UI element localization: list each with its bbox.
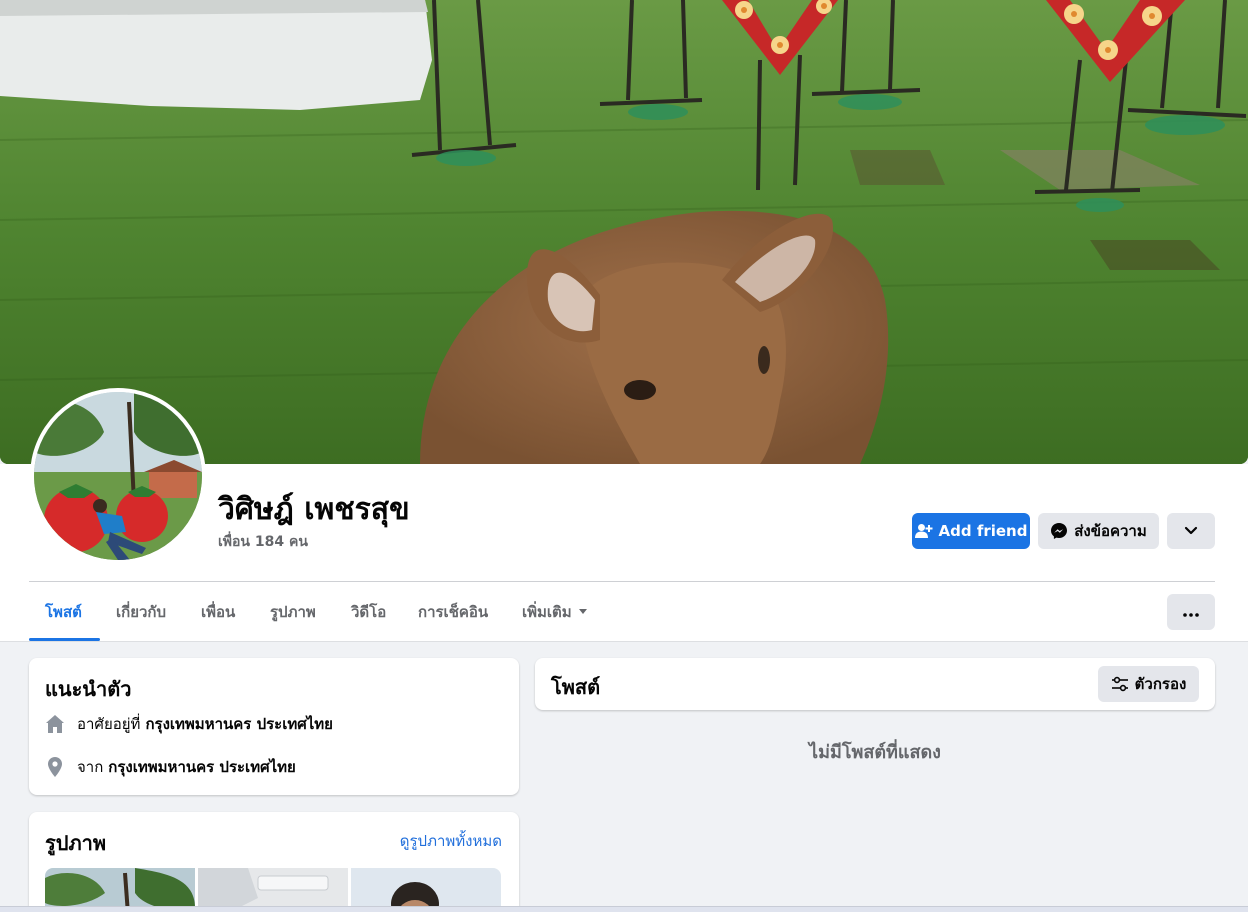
message-button[interactable]: ส่งข้อความ <box>1038 513 1159 549</box>
add-friend-icon <box>914 523 933 539</box>
intro-from-place[interactable]: กรุงเทพมหานคร ประเทศไทย <box>108 755 296 779</box>
tab-videos[interactable]: วิดีโอ <box>351 596 386 628</box>
tab-photos[interactable]: รูปภาพ <box>270 596 316 628</box>
tab-more[interactable]: เพิ่มเติม <box>522 596 588 628</box>
intro-lives-place[interactable]: กรุงเทพมหานคร ประเทศไทย <box>145 712 333 736</box>
message-label: ส่งข้อความ <box>1074 522 1147 540</box>
header-divider <box>29 581 1215 582</box>
filter-sliders-icon <box>1111 676 1129 692</box>
profile-name: วิศิษฎ์ เพชรสุข <box>218 492 410 527</box>
header-bottom-border <box>0 641 1248 642</box>
caret-down-icon <box>578 608 588 616</box>
tab-more-label: เพิ่มเติม <box>522 603 572 621</box>
avatar-art <box>34 392 202 560</box>
cover-photo[interactable] <box>0 0 1248 464</box>
tab-checkins[interactable]: การเช็คอิน <box>418 596 488 628</box>
filter-button[interactable]: ตัวกรอง <box>1098 666 1199 702</box>
add-friend-label: Add friend <box>938 522 1028 540</box>
photos-card: รูปภาพ ดูรูปภาพทั้งหมด <box>29 812 519 912</box>
window-bottom-strip <box>0 906 1248 912</box>
more-dots-icon <box>1183 603 1199 621</box>
intro-card: แนะนำตัว อาศัยอยู่ที่ กรุงเทพมหานคร ประเ… <box>29 658 519 795</box>
intro-from-prefix: จาก <box>77 758 104 776</box>
intro-lives-prefix: อาศัยอยู่ที่ <box>77 715 141 733</box>
no-posts-message: ไม่มีโพสต์ที่แสดง <box>809 742 941 763</box>
tab-about[interactable]: เกี่ยวกับ <box>116 596 166 628</box>
chevron-down-icon <box>1184 522 1198 540</box>
avatar-photo <box>34 392 202 560</box>
tab-posts[interactable]: โพสต์ <box>45 596 82 628</box>
posts-title: โพสต์ <box>551 675 601 699</box>
see-all-photos-link[interactable]: ดูรูปภาพทั้งหมด <box>400 829 502 853</box>
intro-title: แนะนำตัว <box>45 677 132 701</box>
add-friend-button[interactable]: Add friend <box>912 513 1030 549</box>
cover-photo-art <box>0 0 1248 464</box>
posts-header-card: โพสต์ ตัวกรอง <box>535 658 1215 710</box>
home-icon <box>45 714 65 734</box>
intro-lives-in: อาศัยอยู่ที่ กรุงเทพมหานคร ประเทศไทย <box>45 712 333 736</box>
messenger-icon <box>1050 522 1068 540</box>
filter-label: ตัวกรอง <box>1134 675 1187 693</box>
profile-more-button[interactable] <box>1167 594 1215 630</box>
location-pin-icon <box>45 757 65 777</box>
intro-from: จาก กรุงเทพมหานคร ประเทศไทย <box>45 755 296 779</box>
photos-title: รูปภาพ <box>45 831 107 855</box>
profile-avatar[interactable] <box>30 388 206 564</box>
friend-count[interactable]: เพื่อน 184 คน <box>218 531 308 553</box>
more-options-dropdown-button[interactable] <box>1167 513 1215 549</box>
tab-friends[interactable]: เพื่อน <box>201 596 235 628</box>
